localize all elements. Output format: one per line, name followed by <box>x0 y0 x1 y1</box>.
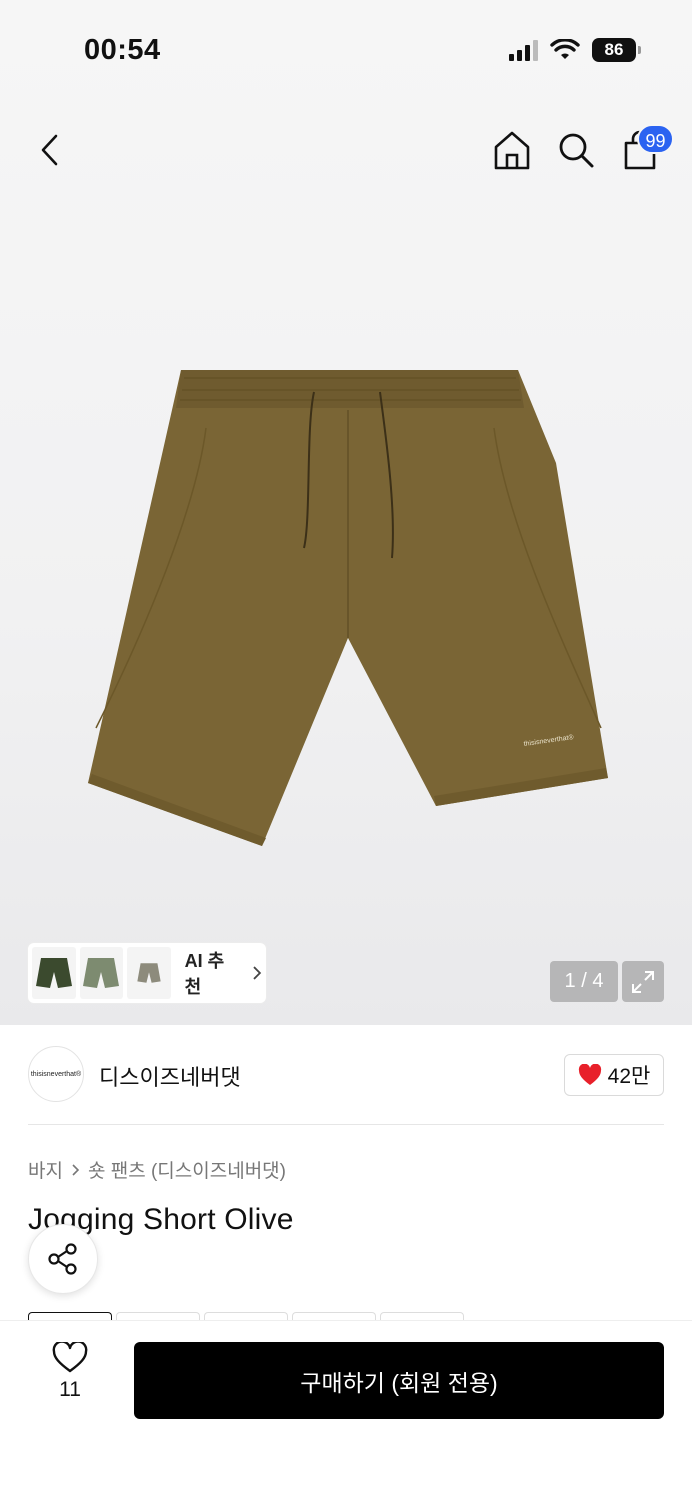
chevron-left-icon <box>41 134 58 166</box>
ai-recommend-label[interactable]: AI 추천 <box>185 947 241 999</box>
brand-name[interactable]: 디스이즈네버댓 <box>99 1060 241 1092</box>
buy-button[interactable]: 구매하기 (회원 전용) <box>134 1342 664 1419</box>
brand-logo-text: thisisneverthat® <box>30 1070 82 1078</box>
heart-outline-icon <box>52 1342 88 1373</box>
cart-count-badge: 99 <box>637 124 674 154</box>
recommend-thumb[interactable] <box>32 947 76 999</box>
heart-filled-icon <box>578 1064 601 1085</box>
wishlist-count: 11 <box>59 1378 81 1401</box>
chevron-right-icon <box>72 1163 80 1176</box>
search-button[interactable] <box>554 128 598 172</box>
shorts-thumb-image <box>83 958 120 988</box>
chevron-right-icon <box>253 966 262 980</box>
ai-recommend-strip[interactable]: AI 추천 <box>28 943 266 1003</box>
expand-icon <box>632 970 654 993</box>
breadcrumb: 바지 숏 팬츠 (디스이즈네버댓) <box>28 1156 286 1183</box>
status-icons: 86 <box>509 38 641 62</box>
image-counter: 1 / 4 <box>550 961 618 1002</box>
wishlist-button[interactable]: 11 <box>30 1342 110 1418</box>
recommend-thumb[interactable] <box>79 947 124 999</box>
shorts-thumb-image <box>137 963 161 983</box>
battery-icon: 86 <box>592 38 641 62</box>
back-button[interactable] <box>30 130 70 170</box>
divider <box>28 1124 664 1125</box>
product-image[interactable]: thisisneverthat® <box>86 368 610 850</box>
wifi-icon <box>550 39 580 59</box>
recommend-thumb[interactable] <box>127 947 171 999</box>
home-button[interactable] <box>490 128 534 172</box>
brand-logo[interactable]: thisisneverthat® <box>28 1046 84 1102</box>
expand-image-button[interactable] <box>622 961 664 1002</box>
cellular-signal-icon <box>509 39 538 61</box>
thumb-shorts-shape <box>35 958 72 988</box>
home-icon <box>494 131 530 170</box>
brand-like-count: 42만 <box>607 1065 651 1088</box>
share-button[interactable] <box>28 1224 98 1294</box>
search-icon <box>559 133 594 168</box>
brand-row[interactable]: thisisneverthat® 디스이즈네버댓 42만 <box>28 1046 664 1104</box>
shorts-thumb-image <box>35 958 72 988</box>
share-icon <box>48 1243 77 1275</box>
status-time: 00:54 <box>84 34 161 66</box>
breadcrumb-category[interactable]: 바지 <box>28 1156 63 1183</box>
breadcrumb-subcategory[interactable]: 숏 팬츠 (디스이즈네버댓) <box>88 1156 286 1183</box>
brand-like-button[interactable]: 42만 <box>564 1054 664 1096</box>
